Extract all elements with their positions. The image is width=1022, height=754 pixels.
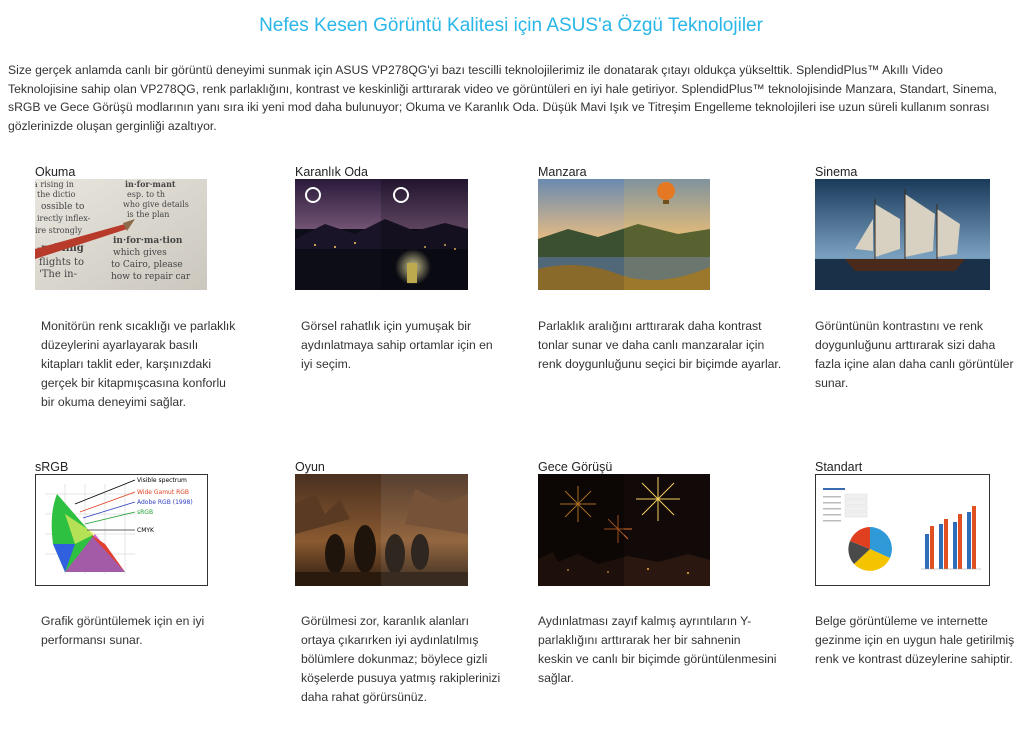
svg-text:who give details: who give details — [123, 200, 189, 209]
page-title: Nefes Kesen Görüntü Kalitesi için ASUS'a… — [259, 15, 763, 36]
svg-text:to Cairo, please: to Cairo, please — [111, 260, 183, 270]
mode-title: Oyun — [295, 460, 325, 474]
standard-document-image — [815, 474, 990, 586]
mode-card-karanlik-oda: Karanlık Oda Görsel rahatlık için yumuşa… — [295, 165, 515, 440]
mode-card-standart: Standart Belge görüntüleme ve internette… — [815, 460, 1015, 735]
svg-text:ire strongly: ire strongly — [35, 226, 82, 235]
mode-description: Grafik görüntülemek için en iyi performa… — [41, 614, 205, 647]
legend-visible-spectrum: Visible spectrum — [137, 477, 187, 484]
svg-text:'The in-: 'The in- — [39, 269, 77, 280]
legend-wide-gamut: Wide Gamut RGB — [137, 489, 189, 496]
mode-description: Monitörün renk sıcaklığı ve parlaklık dü… — [41, 319, 236, 409]
svg-text:in·for·mant: in·for·mant — [125, 179, 176, 189]
mode-title: Gece Görüşü — [538, 460, 613, 474]
svg-text:which gives: which gives — [113, 248, 167, 258]
legend-cmyk: CMYK — [137, 527, 155, 534]
cinema-ship-image — [815, 179, 990, 290]
mode-description: Görüntünün kontrastını ve renk doygunluğ… — [815, 319, 1014, 390]
mode-title: Karanlık Oda — [295, 165, 368, 179]
mode-description: Görsel rahatlık için yumuşak bir aydınla… — [301, 319, 493, 371]
svg-text:a rising in: a rising in — [35, 180, 74, 189]
svg-text:irectly inflex-: irectly inflex- — [37, 214, 91, 223]
svg-text:how to repair car: how to repair car — [111, 272, 191, 282]
reading-dictionary-image: a rising in the dictio ossible to irectly … — [35, 179, 207, 290]
mode-card-gece-gorusu: Gece Görüşü Aydınlatması zayıf kalmış ay… — [538, 460, 788, 735]
mode-title: sRGB — [35, 460, 69, 474]
legend-adobe-rgb: Adobe RGB (1998) — [137, 499, 193, 506]
mode-title: Okuma — [35, 165, 76, 179]
mode-card-sinema: Sinema Görüntünün kontrastını ve renk do… — [815, 165, 1015, 440]
srgb-chart-image: Visible spectrum Wide Gamut RGB Adobe RG… — [35, 474, 208, 586]
mode-card-manzara: Manzara Parlaklık aralığını arttırarak d… — [538, 165, 788, 440]
svg-text:is the plan: is the plan — [127, 210, 169, 219]
mode-description: Belge görüntüleme ve internette gezinme … — [815, 614, 1015, 666]
legend-srgb: sRGB — [137, 509, 153, 516]
svg-text:the dictio: the dictio — [37, 190, 76, 199]
landscape-image — [538, 179, 710, 290]
dark-room-image — [295, 179, 468, 290]
svg-text:ossible to: ossible to — [41, 202, 84, 212]
mode-card-oyun: Oyun Görülmesi zor, karanlık alanları or… — [295, 460, 515, 735]
night-fireworks-image — [538, 474, 710, 586]
mode-description: Görülmesi zor, karanlık alanları ortaya … — [301, 614, 501, 704]
mode-title: Manzara — [538, 165, 587, 179]
intro-paragraph: Size gerçek anlamda canlı bir görüntü de… — [8, 63, 998, 133]
mode-description: Aydınlatması zayıf kalmış ayrıntıların Y… — [538, 614, 777, 685]
svg-text:in·for·ma·tion: in·for·ma·tion — [113, 236, 183, 246]
mode-card-srgb: sRGB Visible spectrum Wide Gamut RGB Ado… — [35, 460, 275, 735]
mode-title: Sinema — [815, 165, 858, 179]
svg-text:esp. to th: esp. to th — [127, 190, 165, 199]
game-soldiers-image — [295, 474, 468, 586]
mode-title: Standart — [815, 460, 863, 474]
mode-card-okuma: Okuma a rising in the dictio ossible to ir… — [35, 165, 275, 440]
mode-description: Parlaklık aralığını arttırarak daha kont… — [538, 319, 782, 371]
svg-text:flights to: flights to — [39, 257, 84, 268]
